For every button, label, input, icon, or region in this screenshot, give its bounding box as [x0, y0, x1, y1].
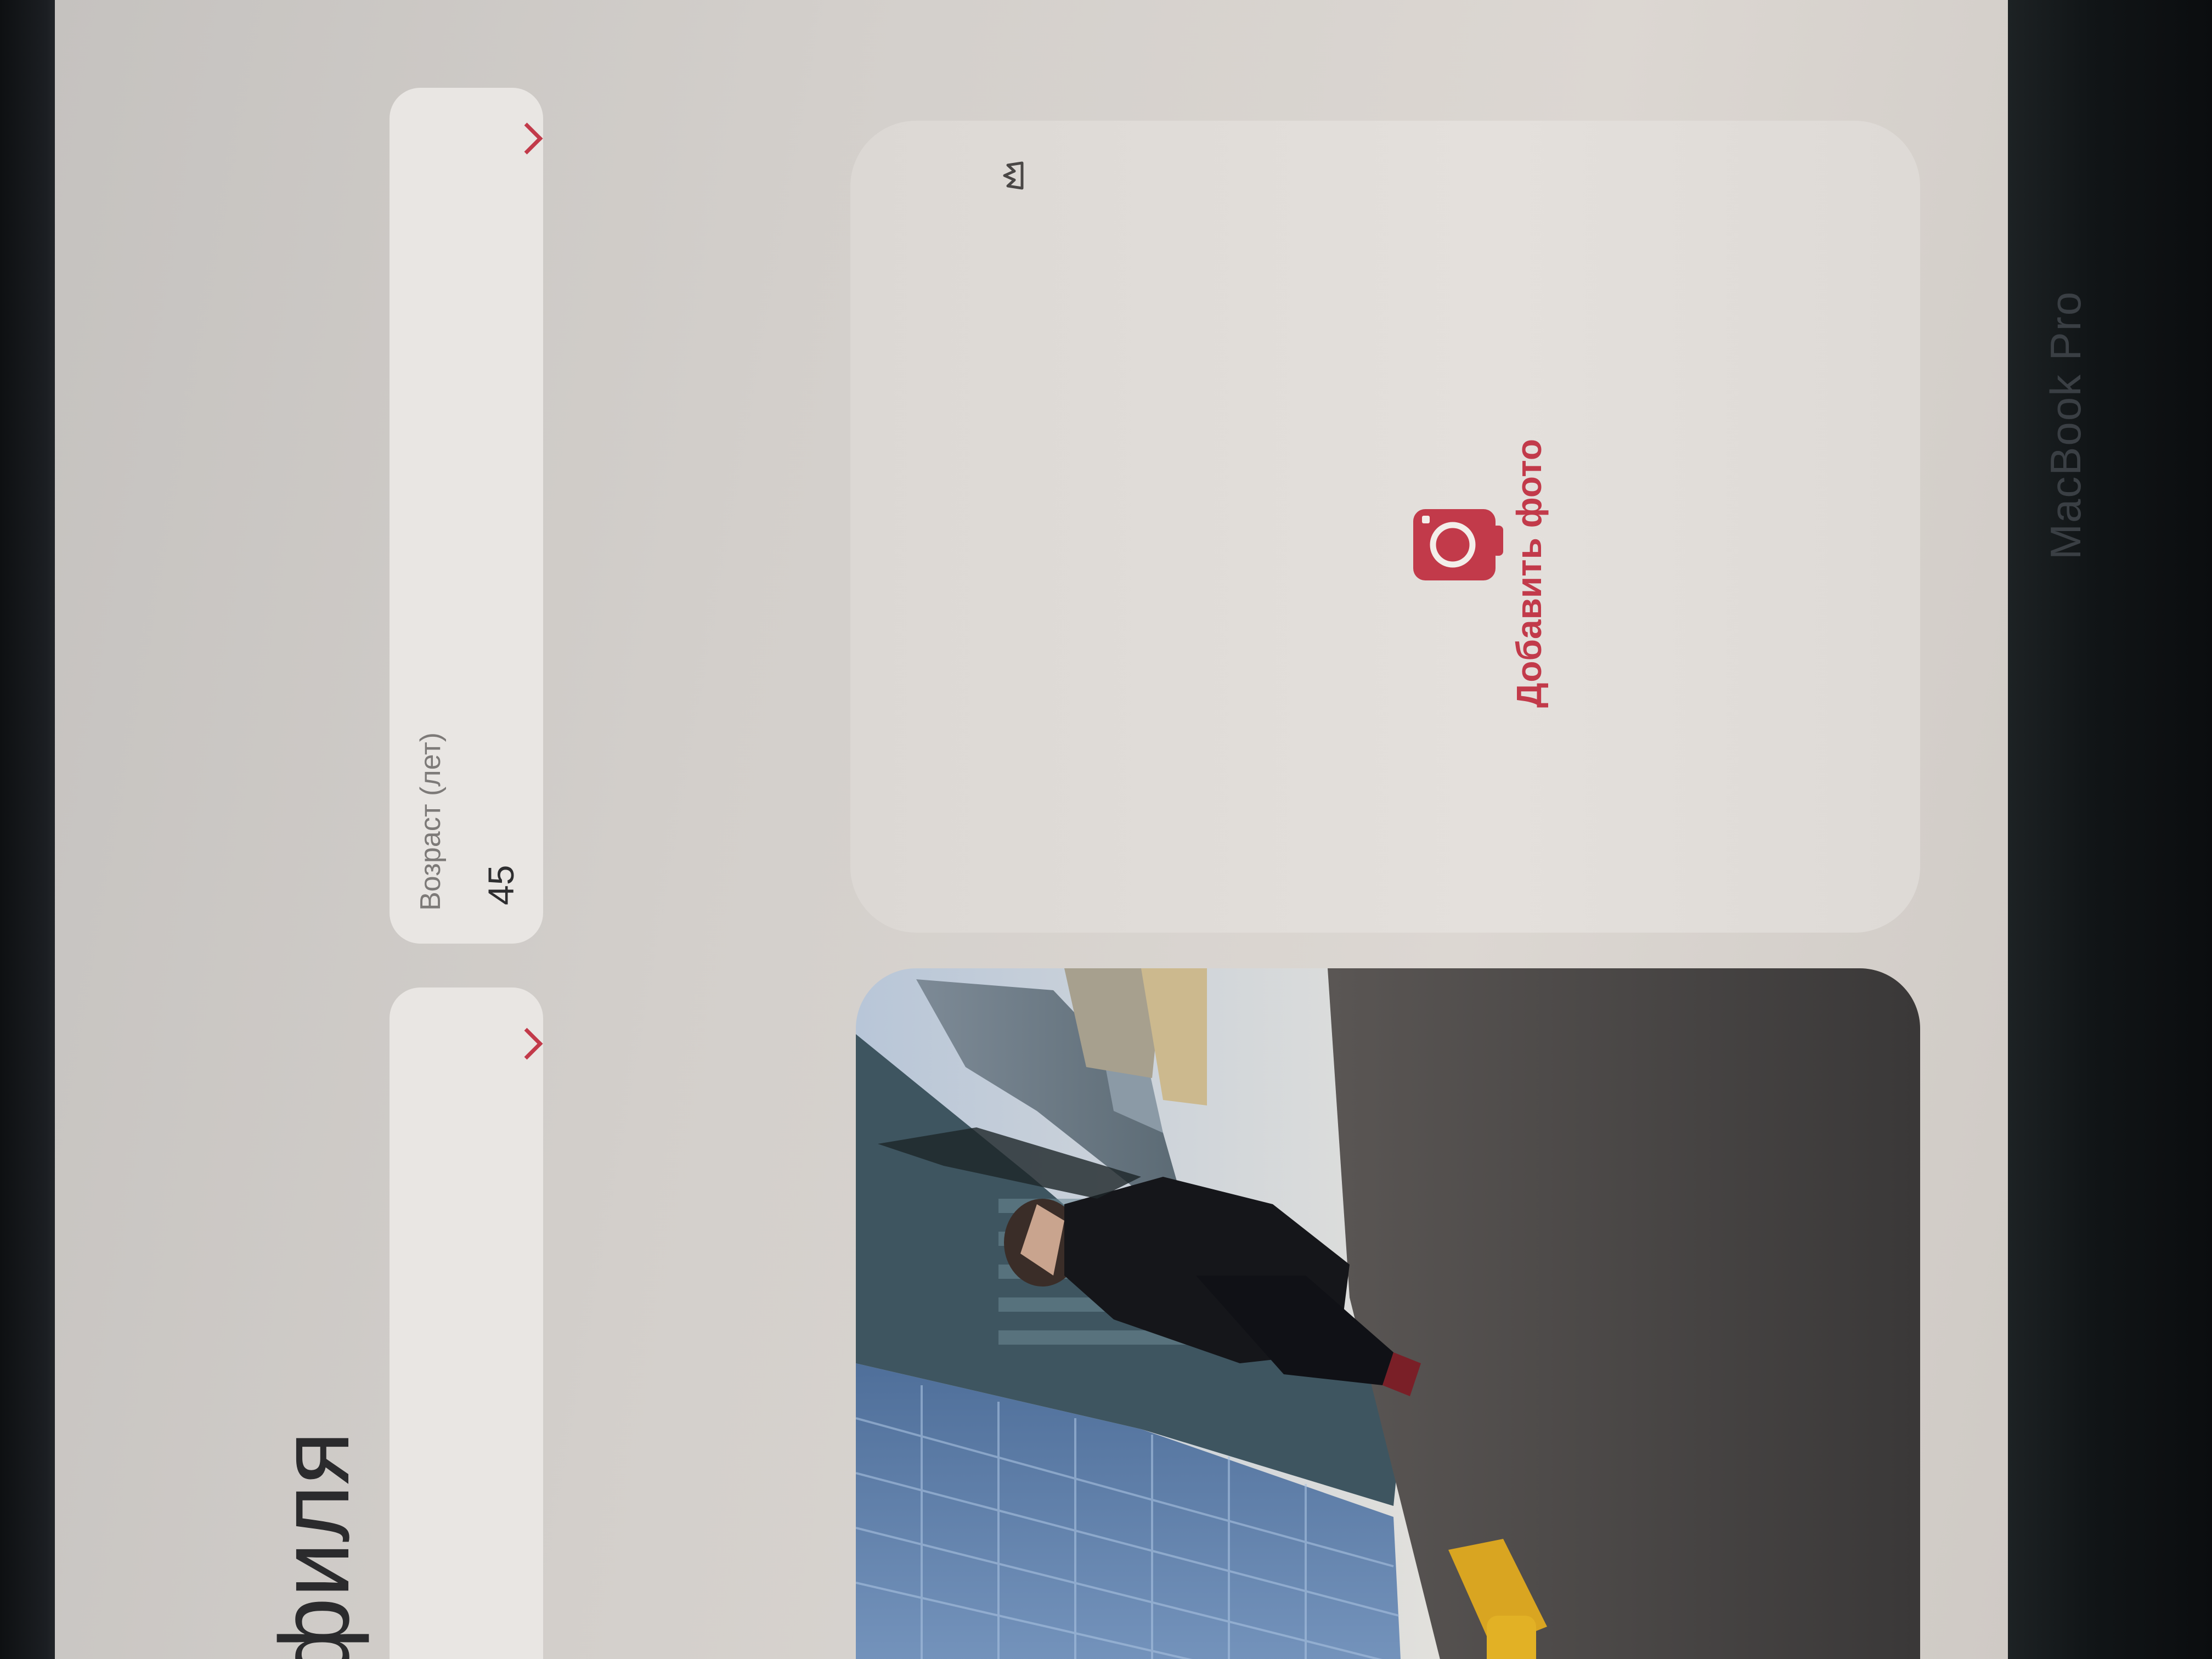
laptop-bezel-right — [2008, 0, 2212, 1659]
crown-icon — [1003, 161, 1024, 190]
add-photo-card[interactable] — [850, 121, 1920, 933]
page-title: филя — [259, 1431, 370, 1659]
device-brand-label: MacBook Pro — [2041, 290, 2090, 560]
laptop-screen: филя а Возраст (лет) 45 Добавить фото — [55, 0, 2008, 1659]
age-field[interactable] — [390, 88, 543, 944]
profile-photo[interactable] — [856, 968, 1920, 1659]
add-photo-label[interactable]: Добавить фото — [1509, 439, 1549, 708]
age-field-value: 45 — [481, 865, 521, 905]
select-field[interactable] — [390, 988, 543, 1659]
camera-icon[interactable] — [1410, 504, 1503, 586]
age-field-label: Возраст (лет) — [415, 732, 447, 911]
